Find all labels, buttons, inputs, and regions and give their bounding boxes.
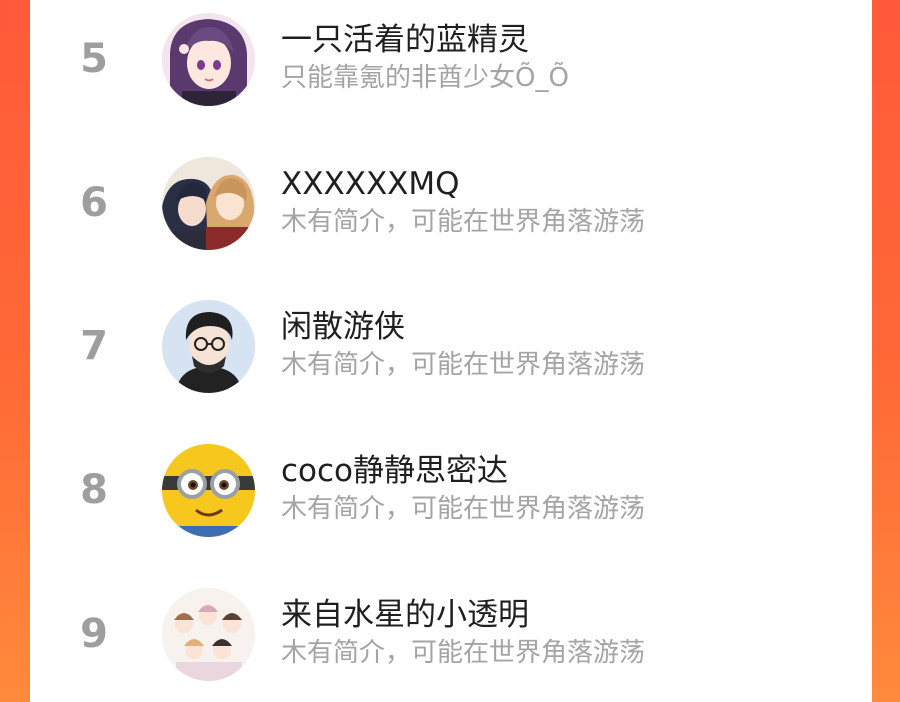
rank-number: 9 bbox=[80, 611, 108, 657]
ranking-item-6[interactable]: 6 XXXXXXMQ 木有简介，可能在世界角落游荡 bbox=[30, 148, 872, 258]
user-name[interactable]: coco静静思密达 bbox=[281, 451, 508, 491]
user-name[interactable]: XXXXXXMQ bbox=[281, 164, 460, 204]
user-name[interactable]: 一只活着的蓝精灵 bbox=[281, 20, 529, 60]
ranking-item-7[interactable]: 7 闲散游侠 木有简介，可能在世界角落游荡 bbox=[30, 291, 872, 401]
user-bio: 木有简介，可能在世界角落游荡 bbox=[281, 350, 646, 380]
anime-girl-purple-hair-avatar[interactable] bbox=[162, 13, 255, 106]
anime-group-avatar[interactable] bbox=[162, 588, 255, 681]
ranking-item-5[interactable]: 5 一只活着的蓝精灵 只能靠氪的非酋少女Õ_Õ bbox=[30, 4, 872, 114]
user-bio: 木有简介，可能在世界角落游荡 bbox=[281, 207, 646, 237]
ranking-item-9[interactable]: 9 来自水星的小透明 木有简介，可能在世界角落游荡 bbox=[30, 579, 872, 689]
minion-avatar[interactable] bbox=[162, 444, 255, 537]
user-bio: 只能靠氪的非酋少女Õ_Õ bbox=[281, 63, 569, 93]
user-name[interactable]: 来自水星的小透明 bbox=[281, 595, 529, 635]
user-bio: 木有简介，可能在世界角落游荡 bbox=[281, 494, 646, 524]
user-bio: 木有简介，可能在世界角落游荡 bbox=[281, 638, 646, 668]
ranking-panel: 5 一只活着的蓝精灵 只能靠氪的非酋少女Õ_Õ 6 XXXXXXMQ 木有简介，… bbox=[30, 0, 872, 702]
rank-number: 7 bbox=[80, 323, 108, 369]
rank-number: 8 bbox=[80, 467, 108, 513]
ranking-item-8[interactable]: 8 coco静静思密达 木有简介，可能在世界角落游荡 bbox=[30, 435, 872, 545]
rank-number: 5 bbox=[80, 36, 108, 82]
rank-number: 6 bbox=[80, 180, 108, 226]
user-name[interactable]: 闲散游侠 bbox=[281, 307, 405, 347]
cartoon-boy-glasses-avatar[interactable] bbox=[162, 300, 255, 393]
anime-couple-avatar[interactable] bbox=[162, 157, 255, 250]
